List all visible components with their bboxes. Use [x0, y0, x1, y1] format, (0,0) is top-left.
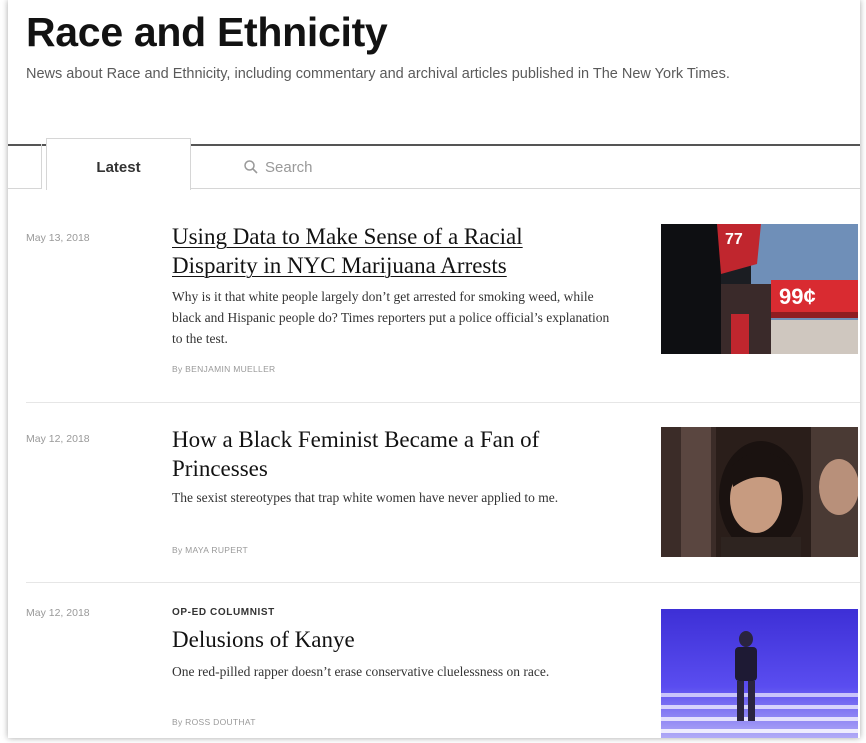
article-headline-link[interactable]: Using Data to Make Sense of a Racial Dis…	[172, 222, 612, 280]
article-headline-link[interactable]: Delusions of Kanye	[172, 625, 612, 654]
article-summary: Why is it that white people largely don’…	[172, 289, 610, 346]
article-date: May 12, 2018	[26, 607, 90, 619]
article-thumbnail[interactable]	[661, 609, 858, 738]
svg-text:77: 77	[725, 231, 743, 248]
tab-previous[interactable]	[8, 144, 42, 189]
article-item: May 12, 2018 OP-ED COLUMNIST Delusions o…	[26, 582, 860, 738]
article-byline: By BENJAMIN MUELLER	[172, 364, 276, 374]
search-icon	[244, 160, 258, 174]
article-item: May 12, 2018 How a Black Feminist Became…	[26, 402, 860, 583]
tab-latest[interactable]: Latest	[46, 138, 191, 190]
price-sign-text: 99¢	[779, 284, 816, 309]
search-label: Search	[265, 158, 313, 176]
article-item: May 13, 2018 Using Data to Make Sense of…	[26, 222, 860, 402]
article-byline: By MAYA RUPERT	[172, 545, 248, 555]
article-thumbnail[interactable]	[661, 427, 858, 557]
article-byline: By ROSS DOUTHAT	[172, 717, 256, 727]
article-thumbnail[interactable]: 77 99¢	[661, 224, 858, 354]
search-tab[interactable]: Search	[191, 146, 860, 189]
article-headline-link[interactable]: How a Black Feminist Became a Fan of Pri…	[172, 425, 612, 483]
page-title: Race and Ethnicity	[26, 9, 388, 55]
article-kicker: OP-ED COLUMNIST	[172, 607, 275, 618]
section-page: Race and Ethnicity News about Race and E…	[8, 0, 860, 738]
article-summary: The sexist stereotypes that trap white w…	[172, 490, 559, 505]
article-date: May 13, 2018	[26, 232, 90, 244]
article-date: May 12, 2018	[26, 433, 90, 445]
section-description: News about Race and Ethnicity, including…	[26, 66, 730, 82]
article-summary: One red-pilled rapper doesn’t erase cons…	[172, 664, 550, 679]
